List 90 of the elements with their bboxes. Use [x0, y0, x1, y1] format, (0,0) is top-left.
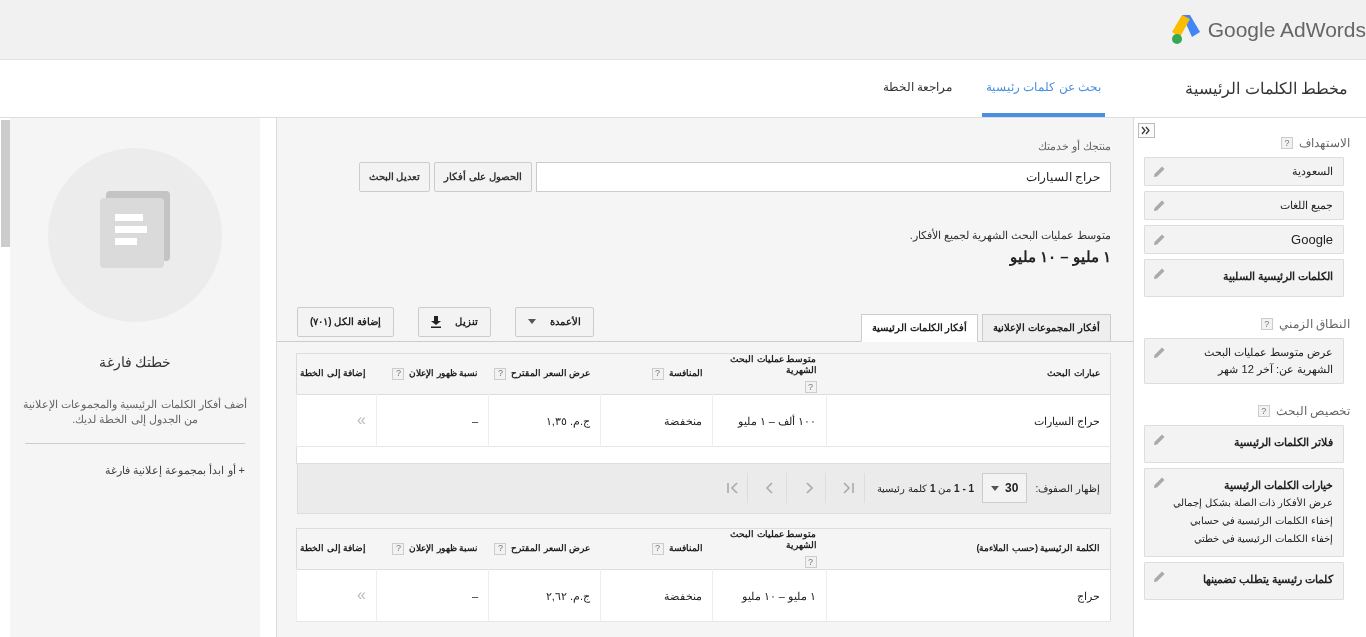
pager-icon[interactable]	[724, 481, 741, 495]
caret-icon	[528, 319, 537, 324]
help-button[interactable]: ?	[804, 556, 817, 568]
setting-detail: إخفاء الكلمات الرئيسية في حسابي	[1188, 514, 1333, 529]
setting-detail: عرض الأفكار ذات الصلة بشكل إجمالي	[1172, 496, 1333, 511]
setting-card[interactable]: فلاتر الكلمات الرئيسية	[1144, 425, 1344, 463]
table-cell: منخفضة	[664, 415, 702, 427]
table-cell: ج.م. ١,٣٥	[545, 415, 590, 427]
table-cell: حراج	[1077, 590, 1100, 602]
summary-value: ١ مليو – ١٠ مليو	[1008, 247, 1111, 268]
plan-description: أضف أفكار الكلمات الرئيسية والمجموعات الإعلانية من الجدول إلى الخطة لديك.	[22, 397, 248, 427]
column-header[interactable]: نسبة ظهور الإعلان	[409, 543, 479, 554]
action-button[interactable]: الحصول على أفكار	[434, 161, 532, 192]
rows-label: إظهار الصفوف:	[1035, 481, 1100, 496]
pencil-icon[interactable]	[1153, 267, 1166, 280]
help-button[interactable]: ?	[651, 542, 664, 555]
column-header[interactable]: إضافة إلى الخطة	[300, 368, 367, 379]
pencil-icon[interactable]	[1153, 570, 1166, 583]
column-header[interactable]: عرض السعر المقترح	[511, 368, 591, 379]
setting-value: فلاتر الكلمات الرئيسية	[1232, 435, 1333, 451]
search-field[interactable]: حراج السيارات	[536, 161, 1111, 192]
section-heading: تخصيص البحث	[1275, 403, 1350, 420]
help-button[interactable]: ?	[1257, 405, 1270, 417]
table-cell: ١٠٠ ألف – ١ مليو	[737, 415, 816, 427]
pencil-icon[interactable]	[1153, 346, 1166, 359]
pencil-icon[interactable]	[1153, 233, 1166, 246]
action-button[interactable]: تعديل البحث	[358, 161, 431, 192]
logo-icon	[1171, 14, 1200, 45]
result-tab[interactable]: أفكار الكلمات الرئيسية	[860, 313, 979, 342]
help-button[interactable]: ?	[804, 381, 817, 393]
help-button[interactable]: ?	[494, 367, 507, 380]
scrollbar-thumb[interactable]	[1, 120, 10, 247]
help-button[interactable]: ?	[392, 542, 405, 555]
toolbar-button[interactable]: الأعمدة	[515, 306, 595, 337]
setting-value: السعودية	[1291, 164, 1333, 180]
column-header[interactable]: عبارات البحث	[1047, 368, 1100, 379]
page-title: مخطط الكلمات الرئيسية	[1185, 78, 1348, 100]
setting-card[interactable]: الكلمات الرئيسية السلبية	[1144, 259, 1344, 297]
toolbar-button[interactable]: تنزيل	[418, 306, 492, 337]
column-header[interactable]: متوسط عمليات البحث الشهرية	[722, 354, 817, 376]
setting-card[interactable]: خيارات الكلمات الرئيسية عرض الأفكار ذات الصلة بشكل إجمالي إخفاء الكلمات الرئيسية في حسابي إخفاء الكلمات الرئيسية في خطتي	[1144, 468, 1344, 557]
help-button[interactable]: ?	[651, 367, 664, 380]
pencil-icon[interactable]	[1153, 433, 1166, 446]
start-ad-group-link[interactable]: + أو ابدأ بمجموعة إعلانية فارغة	[105, 464, 245, 476]
setting-value: Google	[1290, 231, 1333, 248]
toolbar-button[interactable]: إضافة الكل (٧٠١)	[297, 306, 395, 337]
setting-value: عرض متوسط عمليات البحث الشهرية عن: آخر 12 شهر	[1202, 345, 1333, 378]
setting-card[interactable]: السعودية	[1144, 157, 1344, 186]
column-header[interactable]: المنافسة	[668, 368, 703, 379]
caret-icon	[991, 485, 1000, 491]
setting-value: خيارات الكلمات الرئيسية	[1222, 478, 1333, 494]
setting-card[interactable]: Google	[1144, 225, 1344, 254]
plan-title: خطتك فارغة	[98, 353, 172, 373]
collapse-icon[interactable]	[1138, 123, 1155, 138]
nav-tab[interactable]: مراجعة الخطة	[878, 60, 956, 117]
section-heading: الاستهداف	[1299, 135, 1350, 152]
page-size-dropdown[interactable]: 30	[982, 473, 1028, 503]
setting-value: الكلمات الرئيسية السلبية	[1221, 269, 1333, 285]
column-header[interactable]: عرض السعر المقترح	[511, 543, 591, 554]
table-cell: –	[471, 415, 478, 427]
column-header[interactable]: نسبة ظهور الإعلان	[409, 368, 479, 379]
field-label: منتجك أو خدمتك	[1036, 138, 1111, 155]
setting-card[interactable]: جميع اللغات	[1144, 191, 1344, 220]
help-button[interactable]: ?	[494, 542, 507, 555]
pencil-icon[interactable]	[1153, 199, 1166, 212]
column-header[interactable]: متوسط عمليات البحث الشهرية	[722, 529, 817, 551]
table-cell: ١ مليو – ١٠ مليو	[741, 590, 816, 602]
table-cell: منخفضة	[664, 590, 702, 602]
pencil-icon[interactable]	[1153, 476, 1166, 489]
download-icon	[431, 315, 442, 328]
column-header[interactable]: المنافسة	[668, 543, 703, 554]
setting-value: جميع اللغات	[1278, 198, 1333, 214]
column-header[interactable]: إضافة إلى الخطة	[300, 543, 367, 554]
setting-card[interactable]: عرض متوسط عمليات البحث الشهرية عن: آخر 12 شهر	[1144, 338, 1344, 384]
table-cell: –	[471, 590, 478, 602]
section-heading: النطاق الزمني	[1278, 316, 1350, 333]
setting-card[interactable]: كلمات رئيسية يتطلب تضمينها	[1144, 562, 1344, 600]
help-button[interactable]: ?	[1260, 318, 1273, 330]
table-cell: حراج السيارات	[1033, 415, 1100, 427]
pencil-icon[interactable]	[1153, 165, 1166, 178]
setting-detail: إخفاء الكلمات الرئيسية في خطتي	[1192, 532, 1333, 547]
empty-plan-icon	[48, 148, 222, 322]
result-tab[interactable]: أفكار المجموعات الإعلانية	[982, 313, 1111, 342]
help-button[interactable]: ?	[1281, 137, 1293, 149]
setting-value: كلمات رئيسية يتطلب تضمينها	[1201, 572, 1333, 588]
summary-label: متوسط عمليات البحث الشهرية لجميع الأفكار.	[908, 227, 1111, 243]
help-button[interactable]: ?	[392, 367, 405, 380]
table-cell: ج.م. ٢,٦٢	[545, 590, 590, 602]
column-header[interactable]: الكلمة الرئيسية (حسب الملاءمة)	[976, 543, 1100, 554]
logo-text: Google AdWords	[1207, 16, 1366, 43]
